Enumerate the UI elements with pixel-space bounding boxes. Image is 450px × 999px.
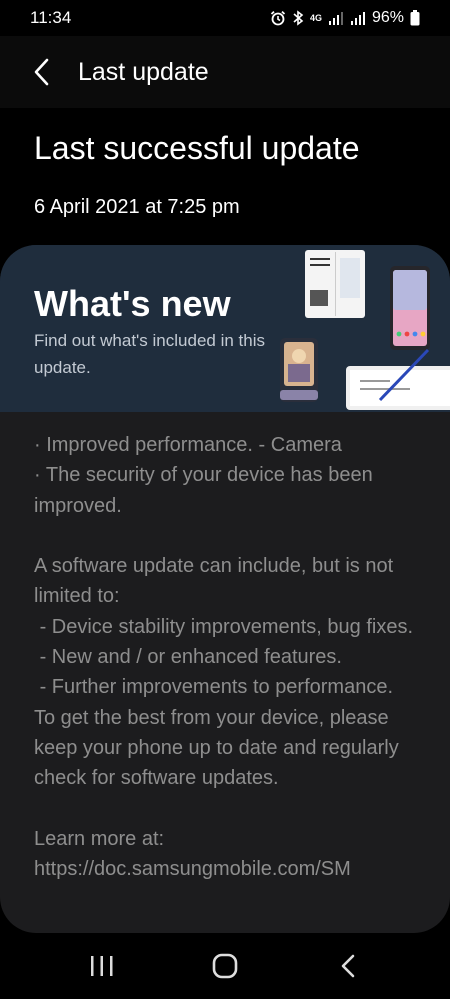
alarm-icon bbox=[270, 10, 286, 26]
back-arrow-icon bbox=[34, 58, 49, 86]
whats-new-body: · Improved performance. - Camera · The s… bbox=[34, 434, 414, 881]
recent-apps-icon bbox=[90, 956, 113, 976]
update-date: 6 April 2021 at 7:25 pm bbox=[34, 196, 240, 218]
update-heading: Last successful update bbox=[34, 130, 360, 166]
battery-percent: 96% bbox=[371, 9, 404, 26]
signal-icon bbox=[350, 11, 366, 25]
network-type: 4G bbox=[309, 13, 322, 23]
bluetooth-icon bbox=[292, 10, 304, 26]
home-button[interactable] bbox=[195, 936, 255, 996]
whats-new-title: What's new bbox=[34, 283, 231, 324]
navigation-bar bbox=[0, 933, 450, 999]
status-icons: 4G 96% bbox=[270, 9, 420, 27]
app-bar: Last update bbox=[0, 36, 450, 108]
back-button[interactable] bbox=[12, 42, 72, 102]
whats-new-banner: What's new Find out what's included in t… bbox=[0, 245, 450, 412]
whats-new-subtitle: Find out what's included in this update. bbox=[34, 331, 265, 377]
status-time: 11:34 bbox=[30, 8, 72, 27]
page-title: Last update bbox=[78, 57, 209, 86]
devices-illustration bbox=[280, 250, 450, 410]
back-icon bbox=[342, 954, 355, 978]
whats-new-card[interactable]: What's new Find out what's included in t… bbox=[0, 245, 450, 933]
nav-back-button[interactable] bbox=[318, 936, 378, 996]
home-icon bbox=[212, 953, 238, 979]
signal-icon bbox=[328, 11, 344, 25]
status-bar: 11:34 4G 96% bbox=[0, 0, 450, 36]
battery-icon bbox=[410, 10, 420, 26]
recent-apps-button[interactable] bbox=[72, 936, 132, 996]
